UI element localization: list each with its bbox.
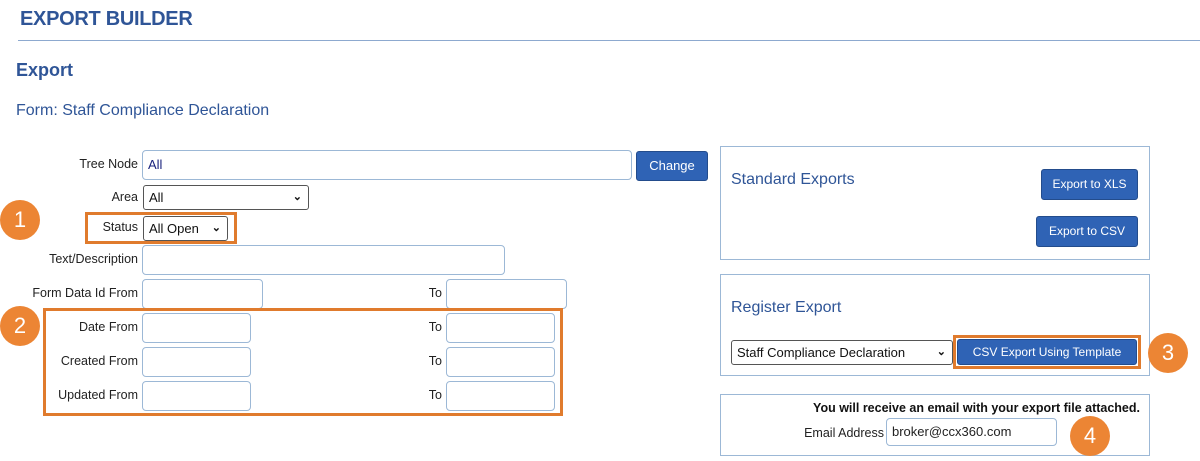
date-to-label: To (428, 320, 442, 334)
chevron-down-icon: ⌄ (936, 346, 946, 358)
register-export-title: Register Export (731, 299, 842, 316)
area-select[interactable]: All ⌄ (143, 185, 309, 210)
updated-from-label: Updated From (58, 388, 138, 402)
area-select-value: All (149, 190, 164, 205)
template-select-value: Staff Compliance Declaration (737, 345, 906, 360)
form-title: Form: Staff Compliance Declaration (16, 102, 270, 119)
form-data-id-from-input[interactable] (142, 279, 263, 309)
form-data-id-from-label: Form Data Id From (32, 286, 138, 300)
updated-from-input[interactable] (142, 381, 251, 411)
text-description-input[interactable] (142, 245, 505, 275)
export-csv-button[interactable]: Export to CSV (1036, 216, 1138, 247)
page-title: EXPORT BUILDER (20, 8, 193, 30)
tree-node-label: Tree Node (79, 157, 138, 171)
created-from-input[interactable] (142, 347, 251, 377)
section-title: Export (16, 60, 74, 80)
area-label: Area (111, 190, 138, 204)
date-to-input[interactable] (446, 313, 555, 343)
export-xls-button[interactable]: Export to XLS (1041, 169, 1138, 200)
date-from-label: Date From (78, 320, 138, 334)
chevron-down-icon: ⌄ (292, 191, 302, 203)
created-from-label: Created From (60, 354, 138, 368)
step-badge-2: 2 (0, 306, 40, 346)
text-description-label: Text/Description (49, 252, 138, 266)
change-button[interactable]: Change (636, 151, 708, 181)
email-notice: You will receive an email with your expo… (813, 401, 1140, 415)
created-to-label: To (428, 354, 442, 368)
step-badge-3: 3 (1148, 333, 1188, 373)
email-address-label: Email Address (804, 426, 884, 440)
form-data-id-to-input[interactable] (446, 279, 567, 309)
title-divider (18, 40, 1200, 41)
chevron-down-icon: ⌄ (211, 222, 221, 234)
step-badge-4: 4 (1070, 416, 1110, 456)
form-data-id-to-label: To (428, 286, 442, 300)
status-select-value: All Open (149, 221, 199, 236)
date-from-input[interactable] (142, 313, 251, 343)
tree-node-input[interactable]: All (142, 150, 632, 180)
created-to-input[interactable] (446, 347, 555, 377)
email-address-input[interactable]: broker@ccx360.com (886, 418, 1057, 446)
standard-exports-title: Standard Exports (731, 171, 855, 188)
status-label: Status (102, 220, 138, 234)
csv-export-template-button[interactable]: CSV Export Using Template (957, 339, 1137, 365)
updated-to-label: To (428, 388, 442, 402)
updated-to-input[interactable] (446, 381, 555, 411)
status-select[interactable]: All Open ⌄ (143, 216, 228, 241)
step-badge-1: 1 (0, 200, 40, 240)
template-select[interactable]: Staff Compliance Declaration ⌄ (731, 340, 953, 365)
